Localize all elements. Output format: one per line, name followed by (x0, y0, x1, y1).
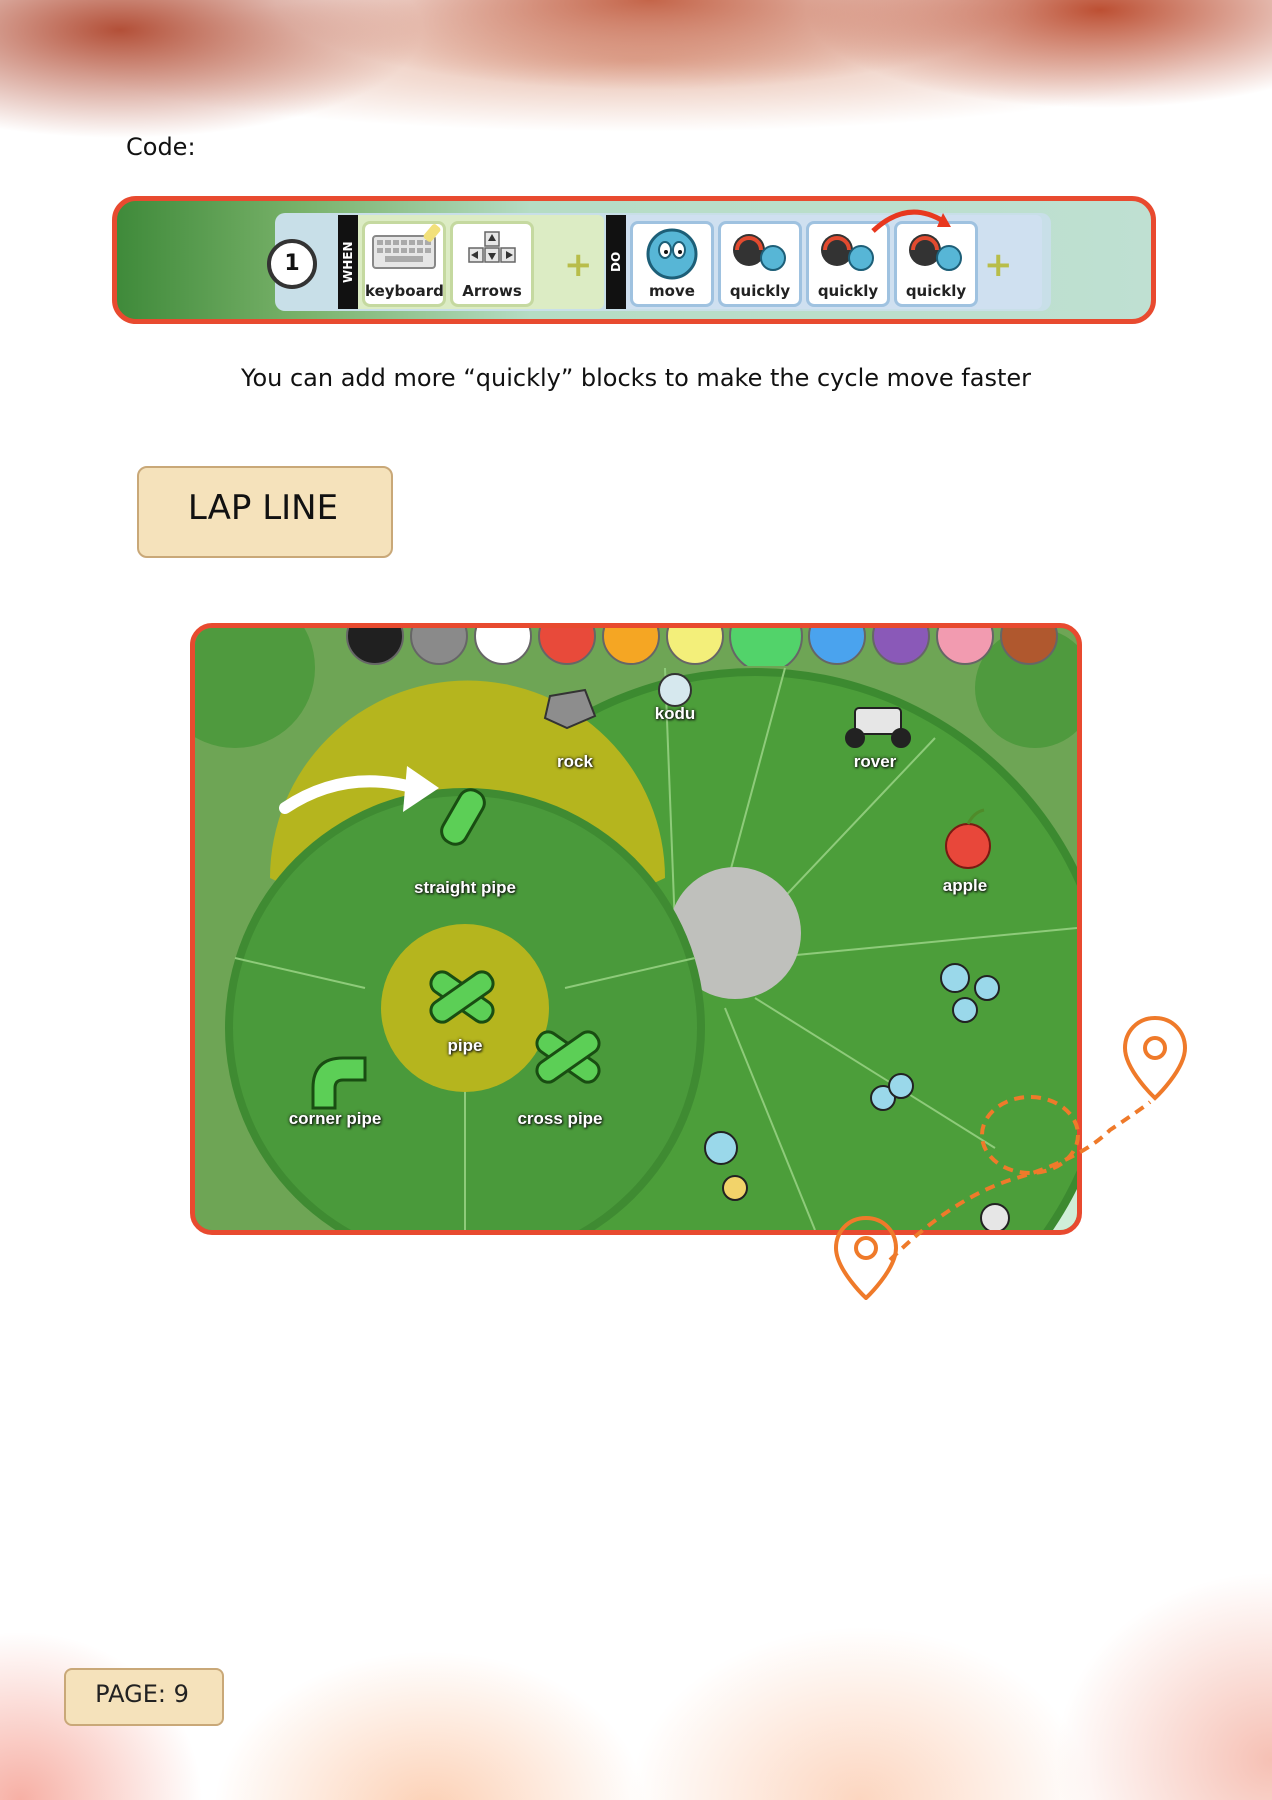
code-screenshot: 1 WHEN keyboard Arrows + DO move quickly… (112, 196, 1156, 324)
do-section: DO move quickly quickly quickly + (606, 215, 1042, 309)
arrow-keys-icon (468, 231, 516, 263)
when-label: WHEN (338, 215, 358, 309)
code-label: Code: (126, 133, 196, 161)
page-number: PAGE: 9 (95, 1680, 189, 1708)
red-arrow-icon (871, 209, 951, 233)
keyboard-icon (372, 224, 441, 269)
kodu-label: kodu (654, 704, 696, 723)
keyboard-tile: keyboard (362, 221, 446, 307)
quickly-label-2: quickly (817, 282, 879, 300)
move-label: move (649, 282, 695, 300)
straight-pipe-label: straight pipe (413, 878, 516, 897)
caption: You can add more “quickly” blocks to mak… (240, 364, 1031, 392)
move-tile: move (630, 221, 714, 307)
arrows-tile: Arrows (450, 221, 534, 307)
rock-label: rock (557, 752, 593, 771)
kodu-move-icon (646, 228, 698, 280)
do-label: DO (606, 215, 626, 309)
page-banner: PAGE: 9 (58, 1662, 226, 1728)
quickly-label-1: quickly (729, 282, 791, 300)
apple-label: apple (942, 876, 988, 895)
pipe-label: pipe (447, 1036, 483, 1055)
cross-pipe-label: cross pipe (517, 1109, 603, 1128)
rover-label: rover (853, 752, 897, 771)
route-decoration (833, 1015, 1188, 1300)
speedometer-icon (733, 234, 786, 271)
color-palette (346, 628, 1058, 666)
keyboard-label: keyboard (365, 282, 444, 300)
add-do-icon: + (984, 245, 1013, 285)
arrows-label: Arrows (462, 282, 522, 300)
rule-number: 1 (267, 239, 317, 289)
quickly-tile-1: quickly (718, 221, 802, 307)
add-when-icon: + (564, 245, 593, 285)
when-section: WHEN keyboard Arrows + (338, 215, 604, 309)
quickly-label-3: quickly (905, 282, 967, 300)
section-banner: LAP LINE (125, 458, 401, 564)
corner-pipe-label: corner pipe (288, 1109, 382, 1128)
watercolor-footer (0, 1380, 1272, 1800)
section-title: LAP LINE (187, 488, 339, 528)
